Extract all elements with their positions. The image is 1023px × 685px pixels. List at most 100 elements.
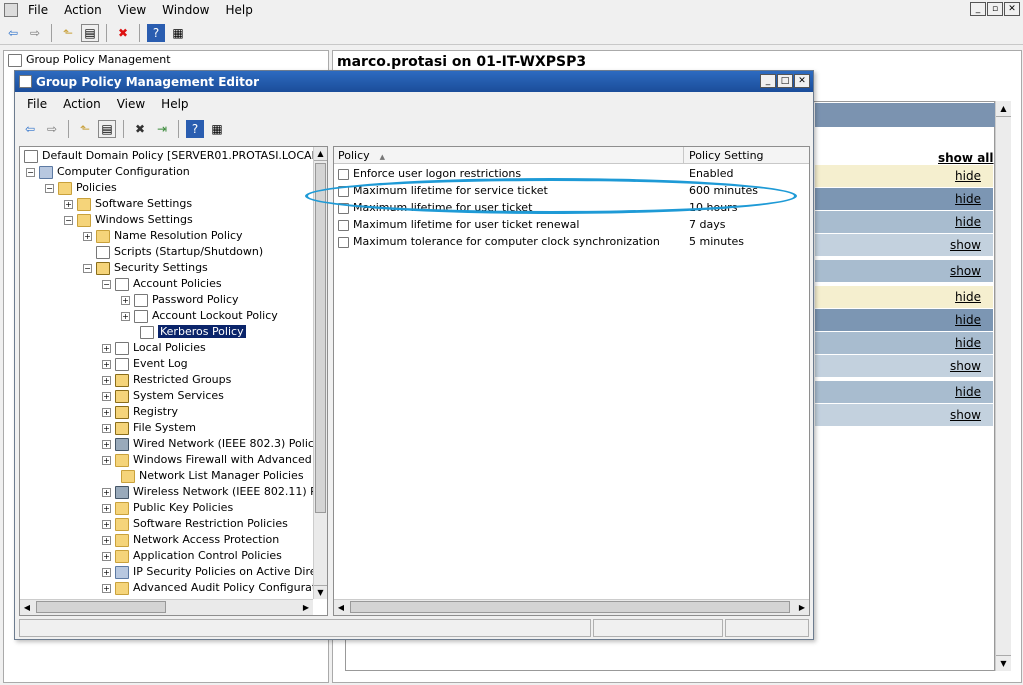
properties-icon[interactable]: ▦ [169,24,187,42]
tree-item-wired-network[interactable]: + Wired Network (IEEE 802.3) Policies [102,436,327,452]
tree-item-account-lockout[interactable]: + Account Lockout Policy [121,308,278,324]
menu-action[interactable]: Action [56,3,110,17]
tree-item-policies[interactable]: − Policies [45,180,117,196]
expand-icon[interactable]: + [102,519,111,529]
tree-horizontal-scrollbar[interactable]: ◀ ▶ [20,599,313,615]
column-header-setting[interactable]: Policy Setting [685,147,809,164]
up-folder-icon[interactable]: ⬑ [76,120,94,138]
expand-icon[interactable]: + [121,295,130,305]
collapse-icon[interactable]: − [64,215,73,225]
editor-menu-file[interactable]: File [19,97,55,111]
tree-item-software-settings[interactable]: + Software Settings [64,196,192,212]
tree-item-local-policies[interactable]: + Local Policies [102,340,206,356]
tree-item-file-system[interactable]: + File System [102,420,196,436]
hide-link[interactable]: hide [955,192,981,206]
expand-icon[interactable]: + [102,375,111,385]
hide-link[interactable]: hide [955,336,981,350]
scroll-left-arrow-icon[interactable]: ◀ [334,600,348,615]
tree-item-application-control[interactable]: + Application Control Policies [102,548,282,564]
outer-minimize-button[interactable]: _ [970,2,986,16]
tree-item-system-services[interactable]: + System Services [102,388,224,404]
show-link[interactable]: show [950,408,981,422]
list-hscroll-thumb[interactable] [350,601,790,613]
expand-icon[interactable]: + [102,343,111,353]
menu-window[interactable]: Window [154,3,217,17]
collapse-icon[interactable]: − [83,263,92,273]
expand-icon[interactable]: + [102,551,111,561]
tree-item-computer-config[interactable]: − Computer Configuration [26,164,190,180]
help-icon[interactable]: ? [186,120,204,138]
expand-icon[interactable]: + [102,423,111,433]
expand-icon[interactable]: + [102,535,111,545]
tree-vertical-scrollbar[interactable]: ▲ ▼ [313,147,327,599]
list-horizontal-scrollbar[interactable]: ◀ ▶ [334,599,809,615]
outer-close-button[interactable]: ✕ [1004,2,1020,16]
show-link[interactable]: show [950,359,981,373]
collapse-icon[interactable]: − [26,167,35,177]
expand-icon[interactable]: + [102,487,111,497]
tree-scroll-thumb[interactable] [315,163,326,513]
tree-hscroll-thumb[interactable] [36,601,166,613]
tree-item-software-restriction[interactable]: + Software Restriction Policies [102,516,288,532]
tree-item-registry[interactable]: + Registry [102,404,178,420]
tree-item-scripts[interactable]: Scripts (Startup/Shutdown) [96,244,263,260]
tree-item-event-log[interactable]: + Event Log [102,356,188,372]
scroll-down-arrow-icon[interactable]: ▼ [314,585,327,599]
menu-file[interactable]: File [20,3,56,17]
editor-titlebar[interactable]: Group Policy Management Editor _ □ ✕ [15,71,813,92]
scroll-right-arrow-icon[interactable]: ▶ [795,600,809,615]
editor-menu-help[interactable]: Help [153,97,196,111]
help-icon[interactable]: ? [147,24,165,42]
table-row[interactable]: Maximum lifetime for user ticket renewal… [334,216,809,233]
editor-maximize-button[interactable]: □ [777,74,793,88]
scroll-left-arrow-icon[interactable]: ◀ [20,600,34,615]
tree-item-wireless-network[interactable]: + Wireless Network (IEEE 802.11) Poli [102,484,327,500]
delete-icon[interactable]: ✖ [114,24,132,42]
delete-icon[interactable]: ✖ [131,120,149,138]
back-icon[interactable]: ⇦ [21,120,39,138]
hide-link[interactable]: hide [955,290,981,304]
tree-item-gpo[interactable]: Default Domain Policy [SERVER01.PROTASI.… [24,148,327,164]
forward-icon[interactable]: ⇨ [26,24,44,42]
tree-item-ip-security[interactable]: + IP Security Policies on Active Directo [102,564,327,580]
tree-item-windows-firewall[interactable]: + Windows Firewall with Advanced Se [102,452,327,468]
expand-icon[interactable]: + [102,503,111,513]
show-all-link[interactable]: show all [938,151,994,165]
outer-restore-button[interactable]: ▫ [987,2,1003,16]
forward-icon[interactable]: ⇨ [43,120,61,138]
expand-icon[interactable]: + [121,311,130,321]
expand-icon[interactable]: + [102,439,111,449]
expand-icon[interactable]: + [83,231,92,241]
collapse-icon[interactable]: − [45,183,54,193]
properties-icon[interactable]: ▦ [208,120,226,138]
tree-item-account-policies[interactable]: − Account Policies [102,276,222,292]
collapse-icon[interactable]: − [102,279,111,289]
expand-icon[interactable]: + [102,583,111,593]
outer-report-scrollbar[interactable]: ▲ ▼ [995,101,1011,671]
show-link[interactable]: show [950,238,981,252]
editor-menu-view[interactable]: View [109,97,153,111]
expand-icon[interactable]: + [102,455,111,465]
tree-item-password-policy[interactable]: + Password Policy [121,292,239,308]
up-folder-icon[interactable]: ⬑ [59,24,77,42]
tree-item-kerberos-policy[interactable]: Kerberos Policy [140,324,246,340]
tree-item-security-settings[interactable]: − Security Settings [83,260,208,276]
expand-icon[interactable]: + [102,359,111,369]
tree-item-restricted-groups[interactable]: + Restricted Groups [102,372,231,388]
hide-link[interactable]: hide [955,215,981,229]
expand-icon[interactable]: + [102,407,111,417]
column-header-policy[interactable]: Policy ▲ [334,147,684,164]
tree-item-public-key[interactable]: + Public Key Policies [102,500,233,516]
table-row[interactable]: Maximum tolerance for computer clock syn… [334,233,809,250]
menu-help[interactable]: Help [218,3,261,17]
hide-link[interactable]: hide [955,313,981,327]
show-link[interactable]: show [950,264,981,278]
hide-link[interactable]: hide [955,385,981,399]
tree-item-advanced-audit[interactable]: + Advanced Audit Policy Configuratio [102,580,326,596]
tree-item-network-list-manager[interactable]: Network List Manager Policies [121,468,304,484]
export-list-icon[interactable]: ⇥ [153,120,171,138]
tree-root-gpm[interactable]: Group Policy Management [4,51,328,69]
back-icon[interactable]: ⇦ [4,24,22,42]
tree-item-name-resolution[interactable]: + Name Resolution Policy [83,228,243,244]
show-hide-tree-icon[interactable]: ▤ [98,120,116,138]
